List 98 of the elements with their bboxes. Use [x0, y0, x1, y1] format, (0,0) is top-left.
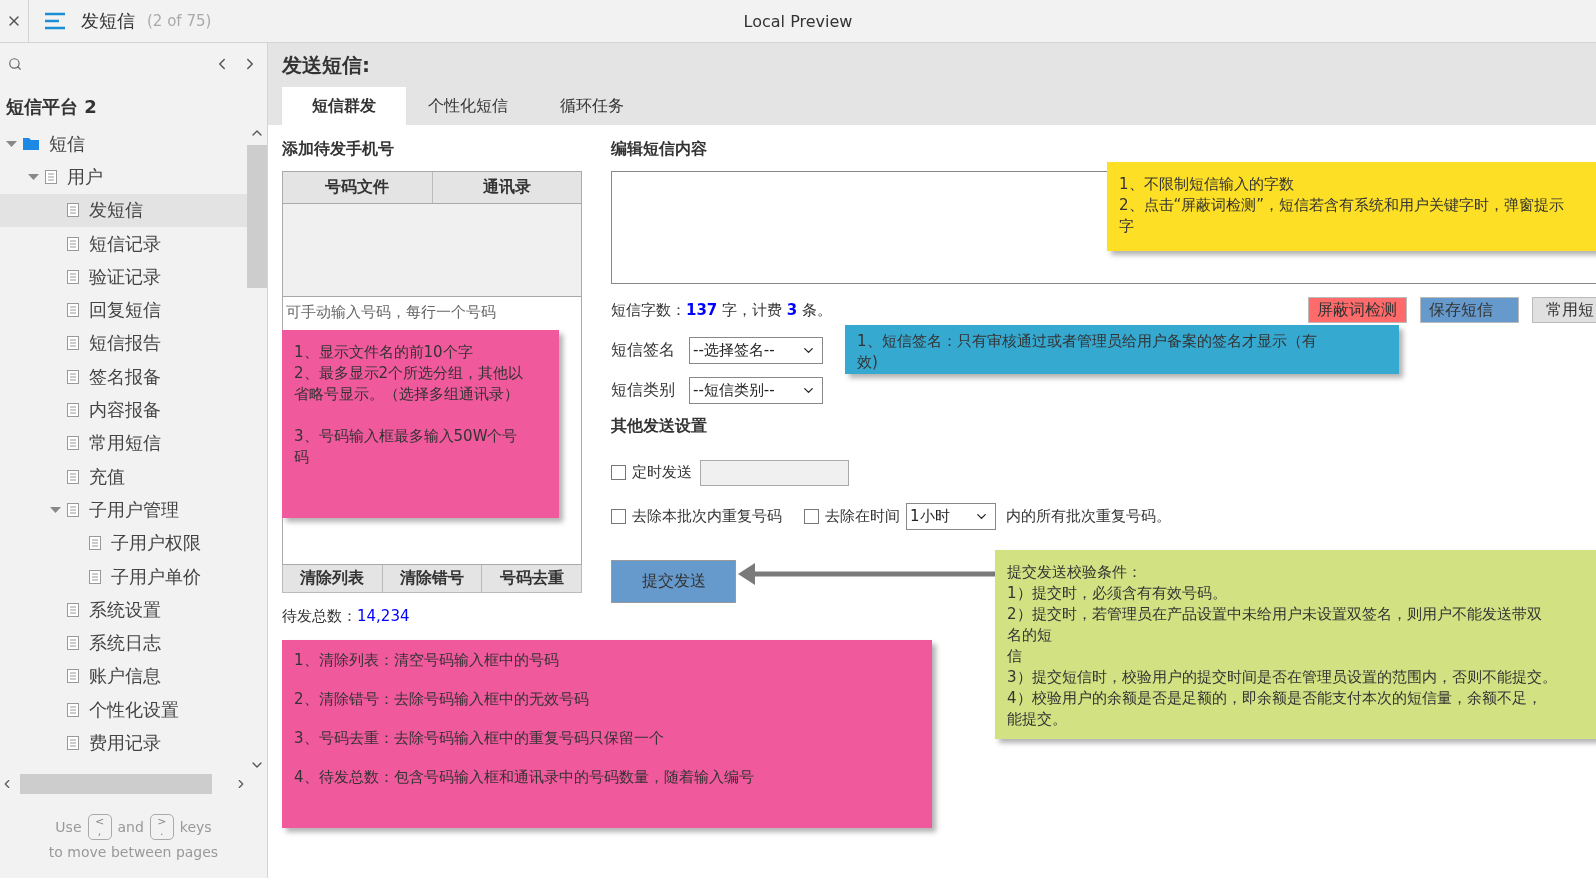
checkbox-label: 去除本批次内重复号码: [632, 507, 782, 526]
tree-item[interactable]: 充值: [0, 459, 247, 494]
total-value: 14,234: [357, 607, 410, 626]
field-label: 短信类别: [611, 380, 676, 401]
number-input[interactable]: 可手动输入号码，每行一个号码: [282, 297, 582, 331]
tree-item[interactable]: 个性化设置: [0, 693, 247, 727]
tab[interactable]: 个性化短信: [406, 87, 530, 125]
page-title: 发短信: [81, 9, 135, 33]
select-field[interactable]: 1小时: [906, 503, 996, 530]
section-heading: 编辑短信内容: [611, 139, 708, 159]
tree-item[interactable]: 账户信息: [0, 659, 247, 694]
note-text: 3、号码去重：去除号码输入框中的重复号码只保留一个: [294, 728, 665, 749]
collapse-icon[interactable]: [6, 139, 17, 148]
section-heading: 添加待发手机号: [282, 139, 395, 159]
note-text: 1、显示文件名的前10个字 2、最多显示2个所选分组，其他以 省略号显示。（选择多组通讯录）: [294, 342, 525, 405]
tree-item[interactable]: 常用短信: [0, 426, 247, 460]
close-icon[interactable]: [6, 13, 22, 29]
source-tab[interactable]: 号码文件: [283, 172, 433, 203]
section-heading: 其他发送设置: [611, 416, 708, 437]
preview-title: Local Preview: [743, 11, 853, 31]
folder-icon: [23, 137, 39, 151]
action-button[interactable]: 号码去重: [481, 565, 582, 593]
tree-item[interactable]: 子用户单价: [0, 559, 247, 594]
hint-text: keys: [179, 818, 212, 835]
key-cap: > .: [149, 813, 174, 840]
tree-item[interactable]: 子用户管理: [0, 493, 247, 527]
time-input[interactable]: [700, 459, 849, 486]
search-icon[interactable]: [8, 57, 22, 71]
page-icon: [67, 702, 79, 717]
tree-item[interactable]: 费用记录: [0, 726, 247, 760]
note-text: 2、清除错号：去除号码输入框中的无效号码: [294, 689, 590, 710]
tree-item[interactable]: 系统日志: [0, 626, 247, 660]
note-text: 1、短信签名：只有审核通过或者管理员给用户备案的签名才显示（有 效): [857, 331, 1318, 373]
page-icon: [67, 736, 79, 750]
note-text: 1、不限制短信输入的字数 2、点击“屏蔽词检测”，短信若含有系统和用户关键字时，弹窗提示 字: [1119, 174, 1566, 237]
tree-item[interactable]: 签名报备: [0, 360, 247, 394]
suffix-text: 内的所有批次重复号码。: [1006, 507, 1171, 526]
page-icon: [67, 669, 79, 684]
tree-item[interactable]: 回复短信: [0, 293, 247, 327]
key-cap: < ,: [87, 813, 112, 840]
page-icon: [67, 602, 79, 617]
page-icon: [67, 203, 79, 218]
page-icon: [89, 536, 101, 551]
hint-text: Use: [55, 818, 82, 835]
hint-text: and: [117, 818, 144, 835]
page-icon: [67, 269, 79, 284]
scrollbar-thumb[interactable]: [20, 774, 212, 794]
submit-button[interactable]: 提交发送: [611, 560, 736, 603]
tree-item[interactable]: 系统设置: [0, 593, 247, 627]
action-button[interactable]: 清除错号: [381, 565, 483, 593]
note-text: 提交发送校验条件： 1）提交时，必须含有有效号码。 2）提交时，若管理员在产品设置中未给用户未设置双签名，则用户不能发送带双 名的短 信 3）提交短信时，校验用户的提交时间是否在管理员设置的范围内，否则不能提交。 4）校验用户的余额是否是足额的，即余额是否能支付本次的短信量，余额不足， 能提交。: [1007, 562, 1558, 730]
source-tab[interactable]: 通讯录: [432, 172, 581, 203]
checkbox-label: 定时发送: [632, 463, 692, 482]
scrollbar-thumb[interactable]: [247, 145, 267, 288]
tab[interactable]: 循环任务: [530, 87, 654, 125]
form-title: 发送短信:: [282, 51, 371, 79]
tree-item[interactable]: 子用户权限: [0, 526, 247, 560]
total-label: 待发总数：: [282, 607, 357, 626]
page-count: (2 of 75): [147, 12, 212, 30]
page-icon: [67, 336, 79, 351]
tab[interactable]: 短信群发: [282, 87, 406, 125]
tool-button[interactable]: 常用短: [1532, 297, 1596, 323]
checkbox[interactable]: [611, 465, 626, 480]
collapse-icon[interactable]: [28, 172, 39, 181]
collapse-icon[interactable]: [50, 505, 61, 514]
checkbox[interactable]: [804, 509, 819, 524]
field-label: 短信签名: [611, 340, 676, 361]
page-icon: [67, 502, 79, 517]
select-field[interactable]: --选择签名--: [689, 337, 823, 364]
menu-icon[interactable]: [45, 12, 67, 30]
tool-button[interactable]: 屏蔽词检测: [1308, 297, 1407, 323]
note-text: 4、待发总数：包含号码输入框和通讯录中的号码数量，随着输入编号: [294, 767, 755, 788]
hint-text: to move between pages: [48, 843, 219, 860]
project-title: 短信平台 2: [5, 95, 98, 119]
checkbox[interactable]: [611, 509, 626, 524]
tree-item[interactable]: 用户: [0, 160, 247, 194]
tree-item[interactable]: 短信: [0, 127, 247, 161]
select-field[interactable]: --短信类别--: [689, 377, 823, 404]
page-icon: [89, 569, 101, 584]
page-icon: [67, 436, 79, 451]
tree-item[interactable]: 内容报备: [0, 393, 247, 427]
tree-item[interactable]: 短信报告: [0, 326, 247, 361]
page-icon: [67, 303, 79, 318]
action-button[interactable]: 清除列表: [282, 565, 383, 593]
checkbox-label: 去除在时间: [825, 507, 900, 526]
page-icon: [67, 636, 79, 651]
note-text: 3、号码输入框最多输入50W个号 码: [294, 426, 519, 468]
page-icon: [67, 369, 79, 384]
page-icon: [67, 403, 79, 417]
page-icon: [45, 169, 57, 184]
tree-item[interactable]: 短信记录: [0, 226, 247, 261]
tree-item[interactable]: 验证记录: [0, 260, 247, 294]
tool-button[interactable]: 保存短信: [1420, 297, 1519, 323]
page-icon: [67, 469, 79, 484]
note-text: 1、清除列表：清空号码输入框中的号码: [294, 650, 560, 671]
tree-item[interactable]: 发短信: [0, 193, 247, 227]
page-icon: [67, 236, 79, 251]
count-text: 短信字数：137 字，计费 3 条。: [611, 300, 833, 320]
